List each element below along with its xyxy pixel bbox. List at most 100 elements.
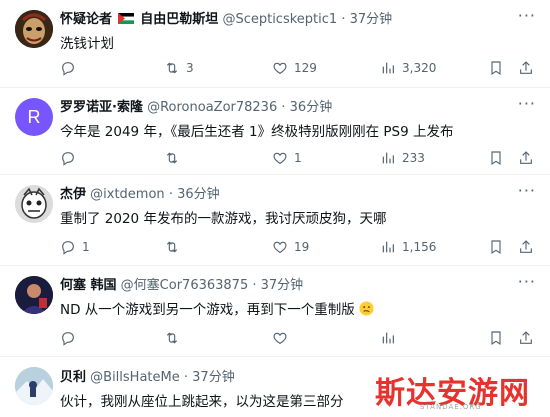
avatar[interactable]: R bbox=[15, 98, 53, 136]
share-icon bbox=[520, 61, 532, 74]
bookmark-icon bbox=[491, 151, 501, 166]
tweet-text: 今年是 2049 年，《最后生还者 1》终极特别版刚刚在 PS9 上发布 bbox=[60, 124, 454, 140]
avatar[interactable] bbox=[15, 367, 53, 405]
display-name[interactable]: 罗罗诺亚·索隆 bbox=[60, 100, 143, 115]
reply-icon bbox=[62, 332, 74, 346]
mask-avatar-icon bbox=[15, 10, 53, 48]
share-icon bbox=[520, 331, 532, 344]
reply-icon bbox=[62, 62, 74, 76]
views-chart-icon bbox=[382, 62, 394, 74]
heart-icon bbox=[273, 62, 287, 75]
bookmark-icon bbox=[491, 61, 501, 76]
like-count: 1 bbox=[294, 151, 302, 165]
separator-dot: · bbox=[183, 370, 189, 385]
retweet-button[interactable] bbox=[164, 148, 186, 168]
separator-dot: · bbox=[281, 100, 286, 115]
share-button[interactable] bbox=[518, 328, 534, 348]
user-handle[interactable]: @Scepticskeptic1 bbox=[222, 12, 337, 27]
timestamp[interactable]: 36分钟 bbox=[290, 100, 333, 115]
avatar[interactable] bbox=[15, 276, 53, 314]
views-button[interactable]: 1,156 bbox=[380, 237, 436, 257]
snow-avatar-icon bbox=[15, 367, 53, 405]
display-name-suffix[interactable]: 自由巴勒斯坦 bbox=[140, 12, 218, 27]
confused-face-emoji-icon bbox=[359, 301, 374, 316]
reply-button[interactable]: 1 bbox=[60, 237, 90, 257]
reply-count: 1 bbox=[82, 240, 90, 254]
like-button[interactable]: 129 bbox=[272, 58, 317, 78]
tweet-4[interactable]: 何塞 韩国 @何塞Cor76363875 · 37分钟 ··· ND 从一个游戏… bbox=[0, 266, 550, 357]
action-bar: 3 129 3,320 bbox=[60, 58, 535, 78]
bookmark-button[interactable] bbox=[488, 148, 504, 168]
share-icon bbox=[520, 151, 532, 164]
views-count: 233 bbox=[402, 151, 425, 165]
photo-avatar-icon bbox=[15, 276, 53, 314]
views-button[interactable]: 3,320 bbox=[380, 58, 436, 78]
user-handle[interactable]: @BillsHateMe bbox=[90, 370, 180, 385]
display-name[interactable]: 贝利 bbox=[60, 370, 86, 385]
views-chart-icon bbox=[382, 152, 394, 164]
timestamp[interactable]: 37分钟 bbox=[350, 12, 393, 27]
reply-button[interactable] bbox=[60, 58, 82, 78]
tweet-text: 重制了 2020 年发布的一款游戏，我讨厌顽皮狗，天哪 bbox=[60, 211, 387, 227]
user-handle[interactable]: @RoronoaZor78236 bbox=[147, 100, 277, 115]
heart-icon bbox=[273, 332, 287, 345]
more-dots-icon[interactable]: ··· bbox=[518, 181, 536, 200]
timestamp[interactable]: 37分钟 bbox=[261, 278, 304, 293]
display-name[interactable]: 怀疑论者 bbox=[60, 12, 112, 27]
separator-dot: · bbox=[341, 12, 346, 27]
share-button[interactable] bbox=[518, 148, 534, 168]
views-count: 3,320 bbox=[402, 61, 437, 75]
like-button[interactable]: 1 bbox=[272, 148, 302, 168]
display-name[interactable]: 何塞 韩国 bbox=[60, 278, 117, 293]
heart-icon bbox=[273, 152, 287, 165]
retweet-icon bbox=[166, 152, 178, 164]
reply-button[interactable] bbox=[60, 148, 82, 168]
palestine-flag-icon bbox=[118, 13, 135, 24]
more-dots-icon[interactable]: ··· bbox=[518, 94, 536, 113]
bookmark-button[interactable] bbox=[488, 328, 504, 348]
tweet-text: 伙计，我刚从座位上跳起来，以为这是第三部分 bbox=[60, 394, 344, 410]
tweet-text: 洗钱计划 bbox=[60, 36, 114, 52]
bookmark-icon bbox=[491, 240, 501, 255]
views-chart-icon bbox=[382, 241, 394, 253]
heart-icon bbox=[273, 241, 287, 254]
tweet-3[interactable]: 杰伊 @ixtdemon · 36分钟 ··· 重制了 2020 年发布的一款游… bbox=[0, 175, 550, 266]
retweet-button[interactable] bbox=[164, 237, 186, 257]
share-button[interactable] bbox=[518, 237, 534, 257]
bookmark-icon bbox=[491, 331, 501, 346]
user-handle[interactable]: @ixtdemon bbox=[90, 187, 165, 202]
share-button[interactable] bbox=[518, 58, 534, 78]
like-count: 19 bbox=[294, 240, 310, 254]
action-bar bbox=[60, 328, 535, 348]
retweet-button[interactable] bbox=[164, 328, 186, 348]
tweet-1[interactable]: 怀疑论者 自由巴勒斯坦 @Scepticskeptic1 · 37分钟 ··· … bbox=[0, 0, 550, 88]
more-dots-icon[interactable]: ··· bbox=[518, 6, 536, 25]
timestamp[interactable]: 36分钟 bbox=[177, 187, 220, 202]
cartoon-avatar-icon bbox=[15, 185, 53, 223]
watermark-subtext: STANDAE.ORG bbox=[420, 403, 482, 411]
retweet-icon bbox=[166, 241, 178, 253]
timestamp[interactable]: 37分钟 bbox=[192, 370, 235, 385]
tweet-2[interactable]: R 罗罗诺亚·索隆 @RoronoaZor78236 · 36分钟 ··· 今年… bbox=[0, 88, 550, 175]
views-button[interactable]: 233 bbox=[380, 148, 425, 168]
like-button[interactable]: 19 bbox=[272, 237, 309, 257]
retweet-button[interactable]: 3 bbox=[164, 58, 194, 78]
reply-button[interactable] bbox=[60, 328, 82, 348]
bookmark-button[interactable] bbox=[488, 237, 504, 257]
display-name[interactable]: 杰伊 bbox=[60, 187, 86, 202]
separator-dot: · bbox=[168, 187, 173, 202]
retweet-count: 3 bbox=[186, 61, 194, 75]
tweet-text-content: ND 从一个游戏到另一个游戏，再到下一个重制版 bbox=[60, 302, 355, 318]
bookmark-button[interactable] bbox=[488, 58, 504, 78]
like-button[interactable] bbox=[272, 328, 294, 348]
avatar[interactable] bbox=[15, 10, 53, 48]
retweet-icon bbox=[166, 332, 178, 344]
more-dots-icon[interactable]: ··· bbox=[518, 272, 536, 291]
action-bar: 1 19 1,156 bbox=[60, 237, 535, 257]
views-count: 1,156 bbox=[402, 240, 437, 254]
like-count: 129 bbox=[294, 61, 317, 75]
avatar[interactable] bbox=[15, 185, 53, 223]
user-handle[interactable]: @何塞Cor76363875 bbox=[121, 278, 249, 293]
views-button[interactable] bbox=[380, 328, 402, 348]
share-icon bbox=[520, 240, 532, 253]
